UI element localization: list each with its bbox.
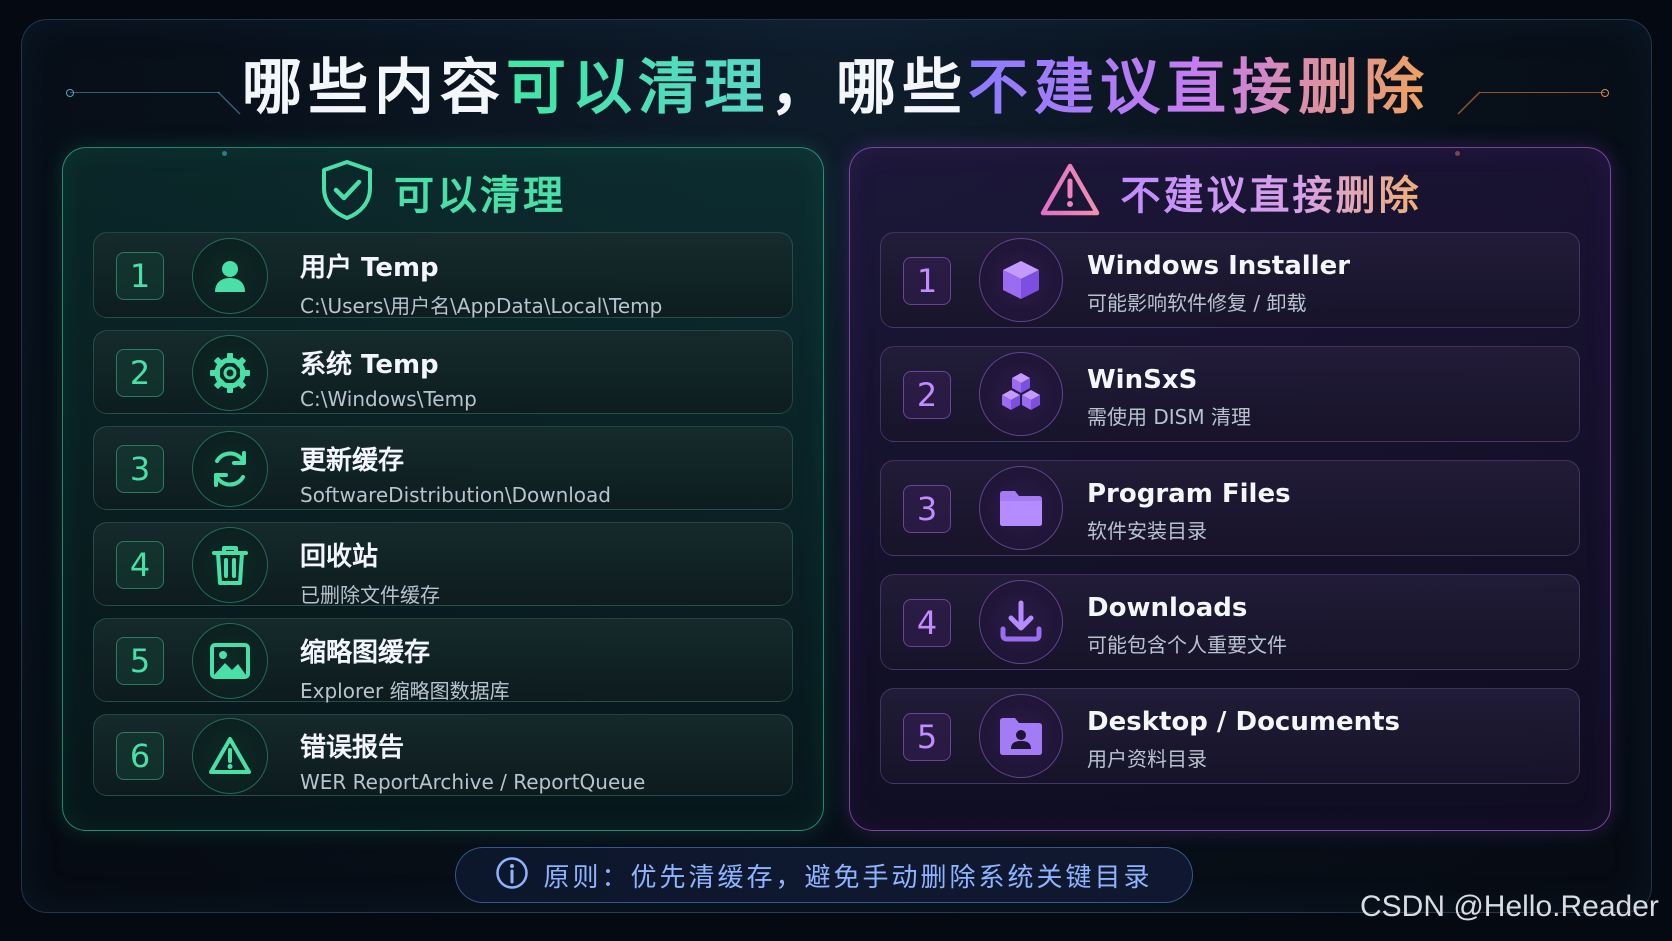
item-subtitle: 已删除文件缓存 [300, 583, 440, 607]
item-number: 1 [903, 257, 951, 305]
item-title: 缩略图缓存 [300, 638, 431, 668]
folder-icon [979, 466, 1063, 550]
item-title: Windows Installer [1087, 251, 1351, 281]
item-title: Downloads [1087, 593, 1248, 623]
item-subtitle: 用户资料目录 [1087, 747, 1207, 771]
list-item[interactable]: 5 缩略图缓存 Explorer 缩略图数据库 [93, 618, 793, 704]
item-number: 6 [116, 732, 164, 780]
cube-icon [979, 238, 1063, 322]
list-item[interactable]: 2 系统 Temp C:\Windows\Temp [93, 330, 793, 414]
item-text: 系统 Temp C:\Windows\Temp [300, 344, 477, 411]
title-part-2: 可以清理 [506, 53, 770, 123]
item-number: 4 [903, 599, 951, 647]
item-title: WinSxS [1087, 365, 1198, 395]
item-text: Program Files 软件安装目录 [1087, 479, 1291, 544]
list-item[interactable]: 2 WinSxS 需使用 DISM 清理 [880, 346, 1580, 442]
cubes-icon [979, 352, 1063, 436]
item-text: Desktop / Documents 用户资料目录 [1087, 707, 1400, 772]
list-item[interactable]: 1 用户 Temp C:\Users\用户名\AppData\Local\Tem… [93, 232, 793, 318]
item-title: Program Files [1087, 479, 1291, 509]
title-part-1: 哪些内容 [242, 53, 506, 123]
item-subtitle: 可能影响软件修复 / 卸载 [1087, 291, 1307, 315]
cleanable-panel-header: 可以清理 [63, 156, 823, 228]
item-number: 3 [903, 485, 951, 533]
item-number: 3 [116, 445, 164, 493]
item-title: 更新缓存 [300, 446, 405, 476]
warning-icon [1039, 162, 1101, 222]
item-text: Windows Installer 可能影响软件修复 / 卸载 [1087, 251, 1350, 316]
item-text: 缩略图缓存 Explorer 缩略图数据库 [300, 632, 510, 704]
gear-icon [192, 335, 268, 411]
item-title: 错误报告 [300, 733, 405, 763]
item-text: Downloads 可能包含个人重要文件 [1087, 593, 1287, 658]
not-recommended-panel-title: 不建议直接删除 [1121, 163, 1422, 221]
refresh-icon [192, 431, 268, 507]
principle-banner: 原则：优先清缓存，避免手动删除系统关键目录 [455, 847, 1193, 903]
item-text: 更新缓存 SoftwareDistribution\Download [300, 440, 611, 507]
trash-icon [192, 527, 268, 603]
cleanable-panel: 可以清理 1 用户 Temp C:\Users\用户名\AppData\Loca… [62, 147, 824, 831]
item-text: 错误报告 WER ReportArchive / ReportQueue [300, 727, 645, 794]
watermark: CSDN @Hello.Reader [1360, 890, 1659, 923]
item-subtitle: 软件安装目录 [1087, 519, 1207, 543]
item-text: WinSxS 需使用 DISM 清理 [1087, 365, 1251, 430]
item-subtitle: C:\Users\用户名\AppData\Local\Temp [300, 294, 663, 318]
principle-text: 原则：优先清缓存，避免手动删除系统关键目录 [543, 862, 1153, 893]
item-text: 用户 Temp C:\Users\用户名\AppData\Local\Temp [300, 247, 662, 319]
item-subtitle: 需使用 DISM 清理 [1087, 405, 1251, 429]
item-number: 2 [116, 349, 164, 397]
item-number: 1 [116, 252, 164, 300]
item-title: Desktop / Documents [1087, 707, 1400, 737]
item-title: 用户 Temp [300, 253, 439, 283]
download-icon [979, 580, 1063, 664]
not-recommended-panel: 不建议直接删除 1 Windows Installer 可能影响软件修复 / 卸… [849, 147, 1611, 831]
title-part-3: ，哪些 [770, 53, 968, 123]
title-row: 哪些内容可以清理，哪些不建议直接删除 [0, 48, 1672, 156]
page-title: 哪些内容可以清理，哪些不建议直接删除 [0, 48, 1672, 128]
list-item[interactable]: 6 错误报告 WER ReportArchive / ReportQueue [93, 714, 793, 796]
list-item[interactable]: 4 回收站 已删除文件缓存 [93, 522, 793, 608]
info-icon [495, 856, 529, 894]
list-item[interactable]: 3 更新缓存 SoftwareDistribution\Download [93, 426, 793, 510]
item-subtitle: SoftwareDistribution\Download [300, 483, 611, 507]
not-recommended-panel-header: 不建议直接删除 [850, 156, 1610, 228]
image-icon [192, 623, 268, 699]
item-number: 5 [903, 713, 951, 761]
item-number: 4 [116, 541, 164, 589]
item-number: 5 [116, 637, 164, 685]
item-subtitle: C:\Windows\Temp [300, 387, 477, 411]
list-item[interactable]: 1 Windows Installer 可能影响软件修复 / 卸载 [880, 232, 1580, 328]
title-part-4: 不建议直接删除 [968, 53, 1430, 123]
shield-check-icon [320, 159, 374, 225]
item-text: 回收站 已删除文件缓存 [300, 536, 440, 608]
item-subtitle: WER ReportArchive / ReportQueue [300, 770, 646, 794]
warning-icon [192, 718, 268, 794]
item-number: 2 [903, 371, 951, 419]
list-item[interactable]: 4 Downloads 可能包含个人重要文件 [880, 574, 1580, 670]
item-title: 回收站 [300, 542, 379, 572]
cleanable-panel-title: 可以清理 [394, 173, 566, 219]
user-folder-icon [979, 694, 1063, 778]
item-subtitle: Explorer 缩略图数据库 [300, 679, 510, 703]
item-title: 系统 Temp [300, 350, 439, 380]
list-item[interactable]: 5 Desktop / Documents 用户资料目录 [880, 688, 1580, 784]
item-subtitle: 可能包含个人重要文件 [1087, 633, 1287, 657]
user-icon [192, 238, 268, 314]
list-item[interactable]: 3 Program Files 软件安装目录 [880, 460, 1580, 556]
